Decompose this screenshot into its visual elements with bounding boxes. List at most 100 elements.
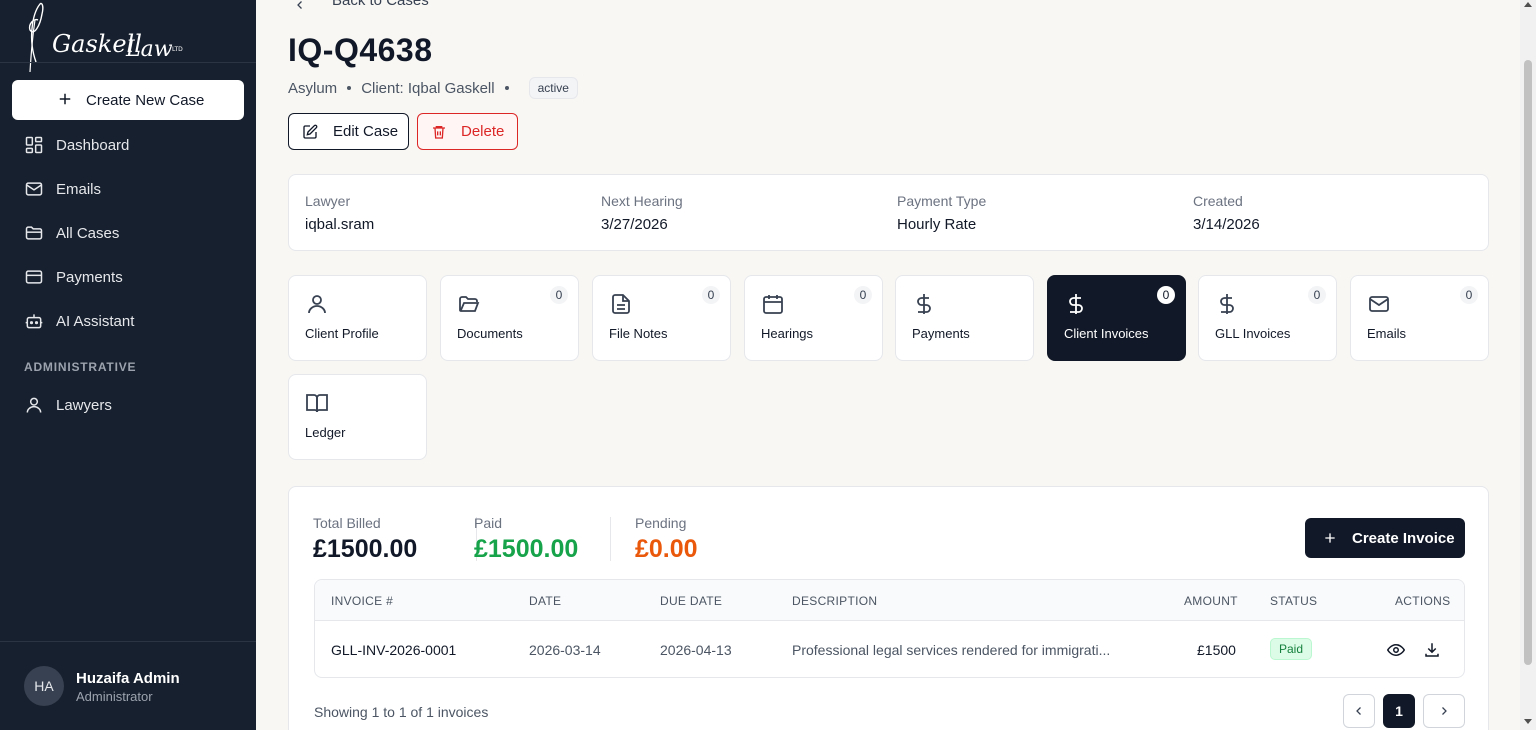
count-badge: 0 bbox=[854, 286, 872, 304]
next-page-button[interactable] bbox=[1423, 694, 1465, 728]
avatar[interactable]: HA bbox=[24, 666, 64, 706]
info-label: Payment Type bbox=[897, 193, 987, 209]
dashboard-icon bbox=[24, 135, 44, 155]
tab-label: Hearings bbox=[761, 326, 814, 341]
info-label: Next Hearing bbox=[601, 193, 683, 209]
chevron-left-icon bbox=[1356, 707, 1361, 715]
sidebar-item-emails[interactable]: Emails bbox=[12, 171, 244, 207]
column-header: STATUS bbox=[1270, 594, 1318, 608]
tab-label: File Notes bbox=[609, 326, 668, 341]
user-name: Huzaifa Admin bbox=[76, 670, 180, 687]
column-header: AMOUNT bbox=[1184, 594, 1238, 608]
plus-icon bbox=[56, 90, 74, 108]
chevron-left-icon bbox=[294, 0, 306, 10]
create-new-case-button[interactable]: Create New Case bbox=[12, 80, 244, 120]
download-icon[interactable] bbox=[1423, 641, 1441, 659]
sidebar-item-label: Payments bbox=[56, 268, 123, 286]
tab-payments[interactable]: Payments bbox=[895, 275, 1034, 361]
previous-page-button[interactable] bbox=[1343, 694, 1375, 728]
case-info-card: Lawyer iqbal.sram Next Hearing 3/27/2026… bbox=[288, 174, 1489, 251]
back-label: Back to Cases bbox=[332, 0, 429, 9]
tab-documents[interactable]: Documents 0 bbox=[440, 275, 579, 361]
stat-label: Total Billed bbox=[313, 515, 381, 531]
sidebar-item-label: All Cases bbox=[56, 224, 120, 242]
scroll-thumb[interactable] bbox=[1524, 60, 1532, 665]
info-payment-type: Payment Type Hourly Rate bbox=[897, 193, 986, 233]
sidebar-item-lawyers[interactable]: Lawyers bbox=[12, 387, 244, 423]
sidebar-item-label: Emails bbox=[56, 180, 102, 198]
back-to-cases-link[interactable]: Back to Cases bbox=[288, 0, 429, 9]
tab-gll-invoices[interactable]: GLL Invoices 0 bbox=[1198, 275, 1337, 361]
total-billed-stat: Total Billed £1500.00 bbox=[313, 515, 417, 564]
info-value: Hourly Rate bbox=[897, 216, 977, 233]
sidebar-divider bbox=[0, 62, 256, 63]
invoice-amount: £1500 bbox=[1197, 642, 1236, 658]
stat-value: £0.00 bbox=[635, 535, 698, 563]
sidebar-section-title: ADMINISTRATIVE bbox=[24, 360, 137, 374]
count-badge: 0 bbox=[702, 286, 720, 304]
user-role: Administrator bbox=[76, 689, 153, 704]
tab-file-notes[interactable]: File Notes 0 bbox=[592, 275, 731, 361]
tab-client-profile[interactable]: Client Profile bbox=[288, 275, 427, 361]
dollar-icon bbox=[1064, 292, 1090, 318]
status-badge: active bbox=[528, 77, 578, 99]
sidebar-item-label: Dashboard bbox=[56, 136, 130, 154]
stat-value: £1500.00 bbox=[313, 535, 418, 563]
sidebar-item-label: Lawyers bbox=[56, 396, 112, 414]
edit-icon bbox=[302, 124, 318, 140]
scroll-up-arrow[interactable] bbox=[1524, 2, 1532, 7]
stat-divider bbox=[610, 517, 611, 561]
tab-label: GLL Invoices bbox=[1215, 326, 1291, 341]
edit-case-label: Edit Case bbox=[333, 123, 399, 140]
create-new-case-label: Create New Case bbox=[86, 91, 205, 109]
sidebar-item-dashboard[interactable]: Dashboard bbox=[12, 127, 244, 163]
svg-text:Law: Law bbox=[125, 37, 173, 62]
column-header: DATE bbox=[529, 594, 562, 608]
tab-label: Client Invoices bbox=[1064, 326, 1149, 341]
case-type: Asylum bbox=[288, 79, 338, 97]
sidebar-item-ai-assistant[interactable]: AI Assistant bbox=[12, 303, 244, 339]
scroll-down-arrow[interactable] bbox=[1524, 719, 1532, 724]
create-invoice-button[interactable]: Create Invoice bbox=[1305, 518, 1465, 558]
column-header: DESCRIPTION bbox=[792, 594, 878, 608]
chevron-right-icon bbox=[1442, 707, 1447, 715]
invoice-description: Professional legal services rendered for… bbox=[792, 642, 1111, 658]
scrollbar[interactable] bbox=[1520, 0, 1536, 730]
pending-stat: Pending £0.00 bbox=[635, 515, 698, 564]
invoices-table: INVOICE # DATE DUE DATE DESCRIPTION AMOU… bbox=[314, 579, 1465, 678]
tab-client-invoices[interactable]: Client Invoices 0 bbox=[1047, 275, 1186, 361]
stat-label: Paid bbox=[474, 515, 503, 531]
folder-open-icon bbox=[457, 292, 483, 318]
tab-hearings[interactable]: Hearings 0 bbox=[744, 275, 883, 361]
plus-icon bbox=[1322, 530, 1338, 546]
edit-case-button[interactable]: Edit Case bbox=[288, 113, 409, 150]
pagination-summary: Showing 1 to 1 of 1 invoices bbox=[314, 704, 489, 720]
page-button-current[interactable]: 1 bbox=[1383, 694, 1415, 728]
status-badge: Paid bbox=[1270, 638, 1313, 660]
info-label: Lawyer bbox=[305, 193, 351, 209]
eye-icon[interactable] bbox=[1386, 641, 1406, 659]
invoice-due-date: 2026-04-13 bbox=[660, 642, 732, 658]
count-badge: 0 bbox=[1308, 286, 1326, 304]
info-value: 3/14/2026 bbox=[1193, 216, 1260, 233]
folder-icon bbox=[24, 223, 44, 243]
tab-ledger[interactable]: Ledger bbox=[288, 374, 427, 460]
column-header: DUE DATE bbox=[660, 594, 723, 608]
tab-emails[interactable]: Emails 0 bbox=[1350, 275, 1489, 361]
sidebar-item-label: AI Assistant bbox=[56, 312, 135, 330]
sidebar-item-all-cases[interactable]: All Cases bbox=[12, 215, 244, 251]
info-created: Created 3/14/2026 bbox=[1193, 193, 1260, 233]
tab-label: Client Profile bbox=[305, 326, 379, 341]
delete-button[interactable]: Delete bbox=[417, 113, 518, 150]
dollar-icon bbox=[1215, 292, 1241, 318]
user-icon bbox=[305, 292, 331, 318]
delete-label: Delete bbox=[461, 123, 505, 140]
bot-icon bbox=[24, 311, 44, 331]
create-invoice-label: Create Invoice bbox=[1352, 529, 1455, 547]
info-value: 3/27/2026 bbox=[601, 216, 668, 233]
case-client: Client: Iqbal Gaskell bbox=[361, 79, 495, 97]
tab-label: Ledger bbox=[305, 425, 346, 440]
count-badge: 0 bbox=[1460, 286, 1478, 304]
sidebar-item-payments[interactable]: Payments bbox=[12, 259, 244, 295]
mail-icon bbox=[1367, 292, 1393, 318]
